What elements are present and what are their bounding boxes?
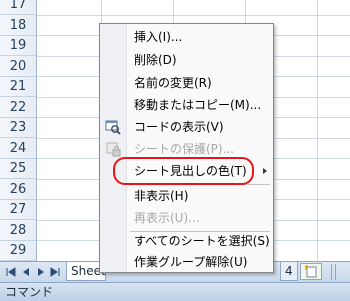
status-mode: コマンド	[5, 285, 54, 299]
menu-item-label: コードの表示(V)	[134, 120, 224, 134]
view-code-icon	[105, 119, 121, 135]
menu-item-label: 作業グループ解除(U)	[134, 255, 248, 269]
row-number[interactable]: 18	[0, 16, 36, 36]
submenu-arrow-icon	[263, 168, 267, 174]
menu-item-insert[interactable]: 挿入(I)...	[100, 26, 273, 48]
grid-column-line	[317, 0, 318, 261]
tab-split-handle[interactable]	[331, 264, 336, 280]
menu-item-delete[interactable]: 削除(D)	[100, 49, 273, 71]
menu-item-move-copy[interactable]: 移動またはコピー(M)...	[100, 94, 273, 116]
menu-item-rename[interactable]: 名前の変更(R)	[100, 72, 273, 94]
row-number[interactable]: 25	[0, 159, 36, 179]
highlight-annotation	[113, 157, 254, 185]
status-bar: コマンド	[0, 282, 350, 301]
menu-item-label: 移動またはコピー(M)...	[134, 98, 262, 112]
menu-item-label: 挿入(I)...	[134, 30, 183, 44]
protect-sheet-icon	[105, 141, 121, 157]
row-number[interactable]: 24	[0, 139, 36, 159]
row-number[interactable]: 19	[0, 36, 36, 56]
first-sheet-button[interactable]	[4, 265, 17, 279]
row-header-column: 1718192021222324252627282930	[0, 0, 37, 261]
menu-item-label: 非表示(H)	[134, 189, 189, 203]
last-sheet-icon	[50, 267, 60, 277]
row-number[interactable]: 21	[0, 77, 36, 97]
menu-item-label: 削除(D)	[134, 53, 177, 67]
last-sheet-button[interactable]	[49, 265, 62, 279]
menu-item-hide[interactable]: 非表示(H)	[100, 185, 273, 207]
row-number[interactable]: 28	[0, 221, 36, 241]
menu-item-view-code[interactable]: コードの表示(V)	[100, 116, 273, 138]
row-number[interactable]: 22	[0, 98, 36, 118]
sheet-tab-label: 4	[285, 264, 293, 278]
next-sheet-button[interactable]	[34, 265, 47, 279]
menu-item-label: 名前の変更(R)	[134, 76, 212, 90]
menu-item-unhide[interactable]: 再表示(U)...	[100, 207, 273, 229]
insert-sheet-icon	[304, 265, 317, 278]
insert-sheet-button[interactable]	[300, 263, 322, 280]
menu-item-ungroup-sheets[interactable]: 作業グループ解除(U)	[100, 251, 273, 273]
menu-item-label: 再表示(U)...	[134, 211, 200, 225]
row-number[interactable]: 26	[0, 180, 36, 200]
row-number[interactable]: 17	[0, 0, 36, 15]
prev-sheet-button[interactable]	[19, 265, 32, 279]
prev-sheet-icon	[23, 268, 29, 276]
menu-item-select-all-sheets[interactable]: すべてのシートを選択(S)	[100, 230, 273, 252]
sheet-context-menu: 挿入(I)... 削除(D) 名前の変更(R) 移動またはコピー(M)... コ…	[99, 23, 274, 273]
grid-row-line	[37, 14, 350, 16]
row-number[interactable]: 27	[0, 200, 36, 220]
row-number[interactable]: 23	[0, 118, 36, 138]
next-sheet-icon	[38, 268, 44, 276]
row-number[interactable]: 29	[0, 241, 36, 261]
sheet-tab[interactable]: 4	[280, 262, 298, 281]
row-number[interactable]: 20	[0, 57, 36, 77]
menu-item-label: すべてのシートを選択(S)	[134, 234, 270, 248]
first-sheet-icon	[6, 267, 16, 277]
